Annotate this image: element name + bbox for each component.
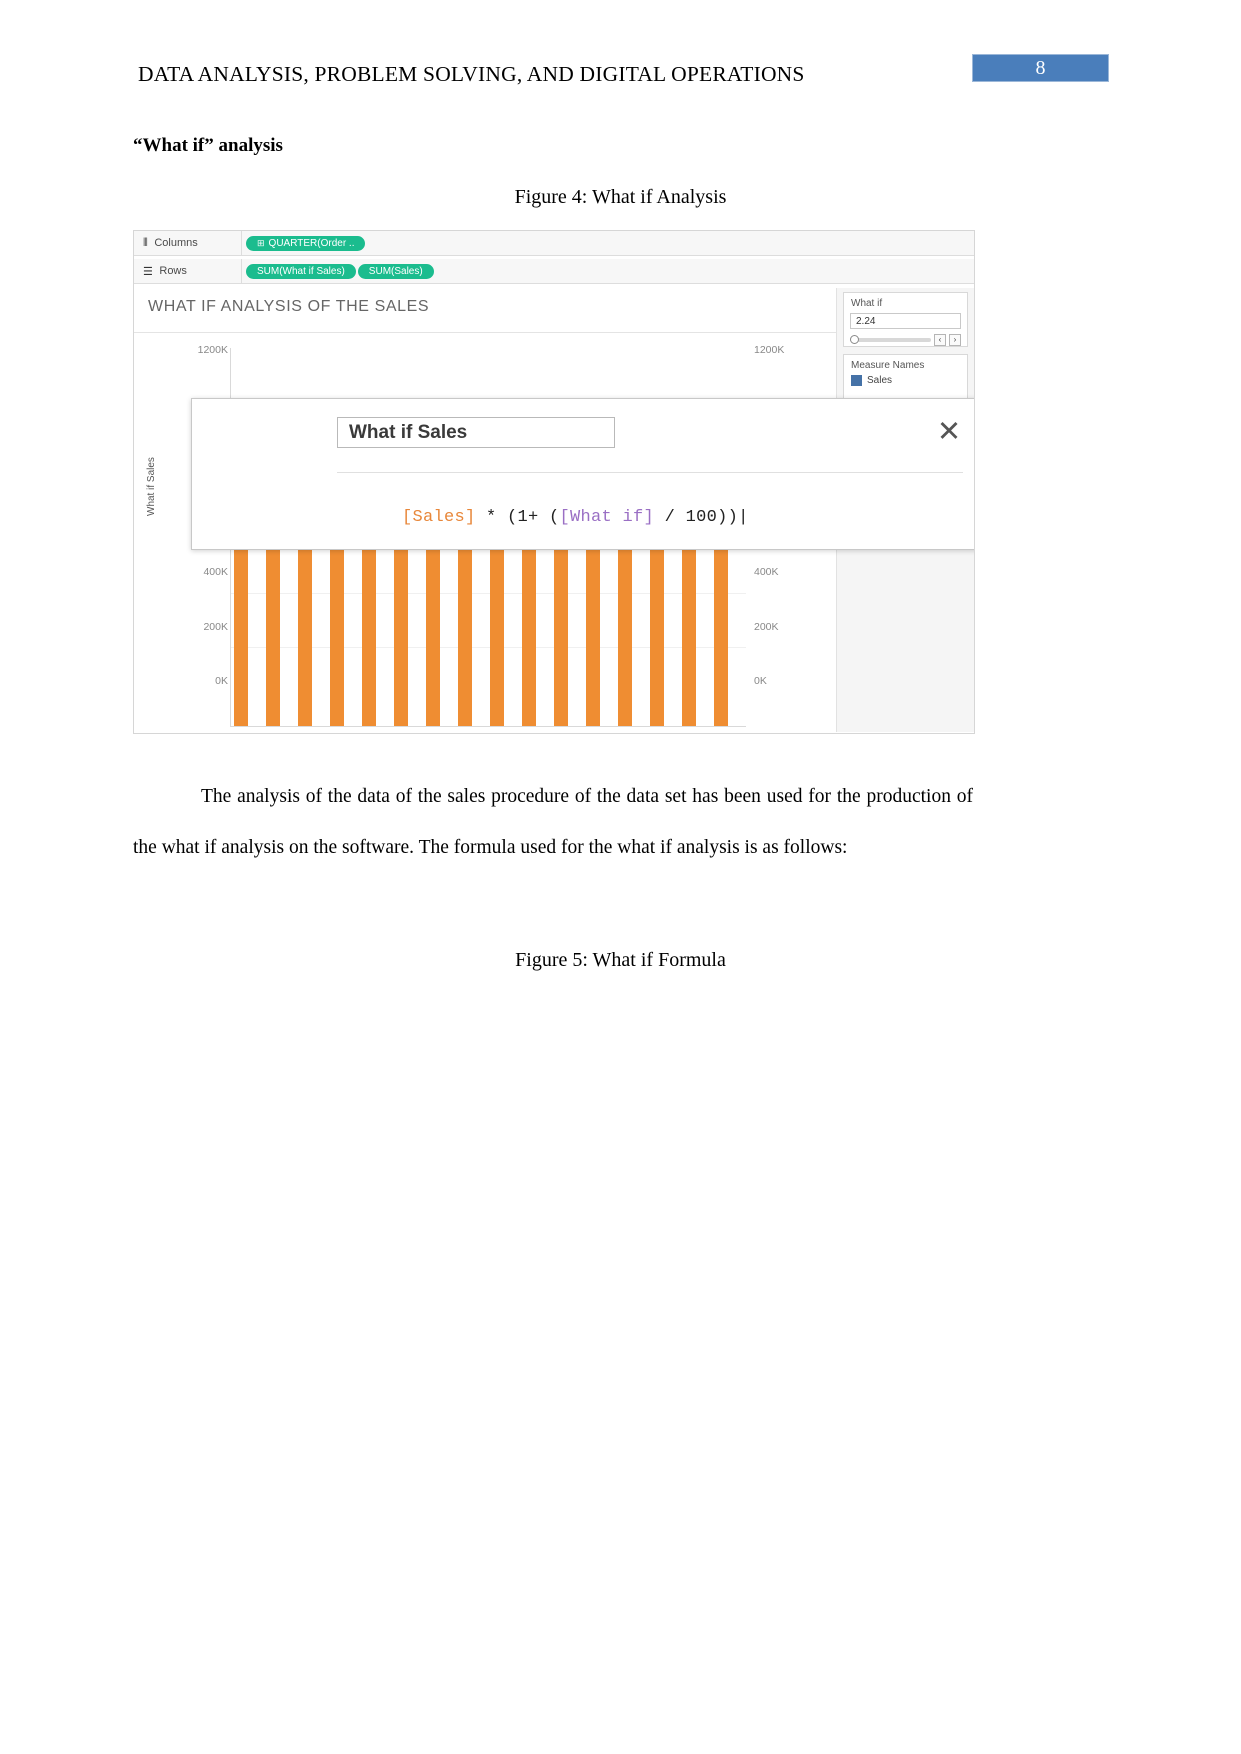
legend-color-swatch xyxy=(851,375,862,386)
columns-shelf-well[interactable]: ⊞ QUARTER(Order .. xyxy=(242,231,974,255)
text-caret: | xyxy=(738,508,749,527)
rows-shelf-well[interactable]: SUM(What if Sales) SUM(Sales) xyxy=(242,259,974,283)
y-tick-label: 1200K xyxy=(754,344,785,356)
pill-label: QUARTER(Order .. xyxy=(268,237,355,249)
page-header: DATA ANALYSIS, PROBLEM SOLVING, AND DIGI… xyxy=(0,0,1241,110)
parameter-card-what-if[interactable]: What if 2.24 ‹ › xyxy=(843,292,968,347)
tableau-figure: ⦀ Columns ⊞ QUARTER(Order .. ☰ Rows SUM(… xyxy=(133,230,975,734)
y-tick-label: 1200K xyxy=(197,344,228,356)
formula-dialog-divider xyxy=(337,472,963,473)
pill-sum-sales[interactable]: SUM(Sales) xyxy=(357,263,434,279)
section-heading: “What if” analysis xyxy=(133,135,283,156)
formula-token-parameter: [What if] xyxy=(559,508,655,527)
figure-5-caption: Figure 5: What if Formula xyxy=(515,949,726,971)
legend-item-label: Sales xyxy=(867,375,893,386)
formula-token-plain: / 100)) xyxy=(654,508,739,527)
x-axis-line xyxy=(230,726,746,727)
legend-item[interactable]: Sales xyxy=(844,371,967,386)
formula-token-plain: * (1+ ( xyxy=(475,508,560,527)
y-tick-label: 400K xyxy=(203,566,228,578)
y-axis-title: What if Sales xyxy=(146,457,157,516)
parameter-slider-row[interactable]: ‹ › xyxy=(850,333,961,346)
expand-plus-icon[interactable]: ⊞ xyxy=(257,236,265,251)
columns-shelf[interactable]: ⦀ Columns ⊞ QUARTER(Order .. xyxy=(134,231,974,256)
rows-shelf-text: Rows xyxy=(159,265,187,277)
slider-next-button[interactable]: › xyxy=(949,333,961,346)
formula-token-field: [Sales] xyxy=(402,508,476,527)
parameter-slider[interactable] xyxy=(850,334,931,344)
page-number-badge: 8 xyxy=(972,54,1109,82)
y-tick-label: 200K xyxy=(203,621,228,633)
rows-shelf[interactable]: ☰ Rows SUM(What if Sales) SUM(Sales) xyxy=(134,259,974,284)
figure-4-caption: Figure 4: What if Analysis xyxy=(514,186,727,208)
rows-shelf-label: ☰ Rows xyxy=(134,259,242,283)
running-head: DATA ANALYSIS, PROBLEM SOLVING, AND DIGI… xyxy=(138,62,805,86)
slider-prev-button[interactable]: ‹ xyxy=(934,333,946,346)
rows-list-icon: ☰ xyxy=(143,265,154,278)
viz-title: WHAT IF ANALYSIS OF THE SALES xyxy=(148,298,430,315)
pill-label: SUM(What if Sales) xyxy=(257,265,345,277)
legend-card-title: Measure Names xyxy=(851,360,925,371)
columns-grid-icon: ⦀ xyxy=(143,236,149,249)
formula-editor-dialog[interactable]: What if Sales ✕ [Sales] * (1+ ([What if]… xyxy=(191,398,974,550)
calculated-field-name-input[interactable]: What if Sales xyxy=(337,417,615,448)
columns-shelf-text: Columns xyxy=(154,237,198,249)
pill-label: SUM(Sales) xyxy=(368,265,423,277)
pill-sum-what-if-sales[interactable]: SUM(What if Sales) xyxy=(246,263,356,279)
y-tick-label: 200K xyxy=(754,621,779,633)
close-icon[interactable]: ✕ xyxy=(935,418,963,447)
viz-title-divider xyxy=(134,332,836,333)
formula-expression-editor[interactable]: [Sales] * (1+ ([What if] / 100))| xyxy=(339,489,749,546)
y-tick-label: 400K xyxy=(754,566,779,578)
body-paragraph: The analysis of the data of the sales pr… xyxy=(133,786,973,858)
y-tick-label: 0K xyxy=(215,675,228,687)
pill-quarter-order-date[interactable]: ⊞ QUARTER(Order .. xyxy=(246,235,366,251)
y-tick-label: 0K xyxy=(754,675,767,687)
parameter-card-title: What if xyxy=(851,298,883,309)
columns-shelf-label: ⦀ Columns xyxy=(134,231,242,255)
parameter-value-input[interactable]: 2.24 xyxy=(850,313,961,329)
slider-thumb[interactable] xyxy=(850,334,859,344)
